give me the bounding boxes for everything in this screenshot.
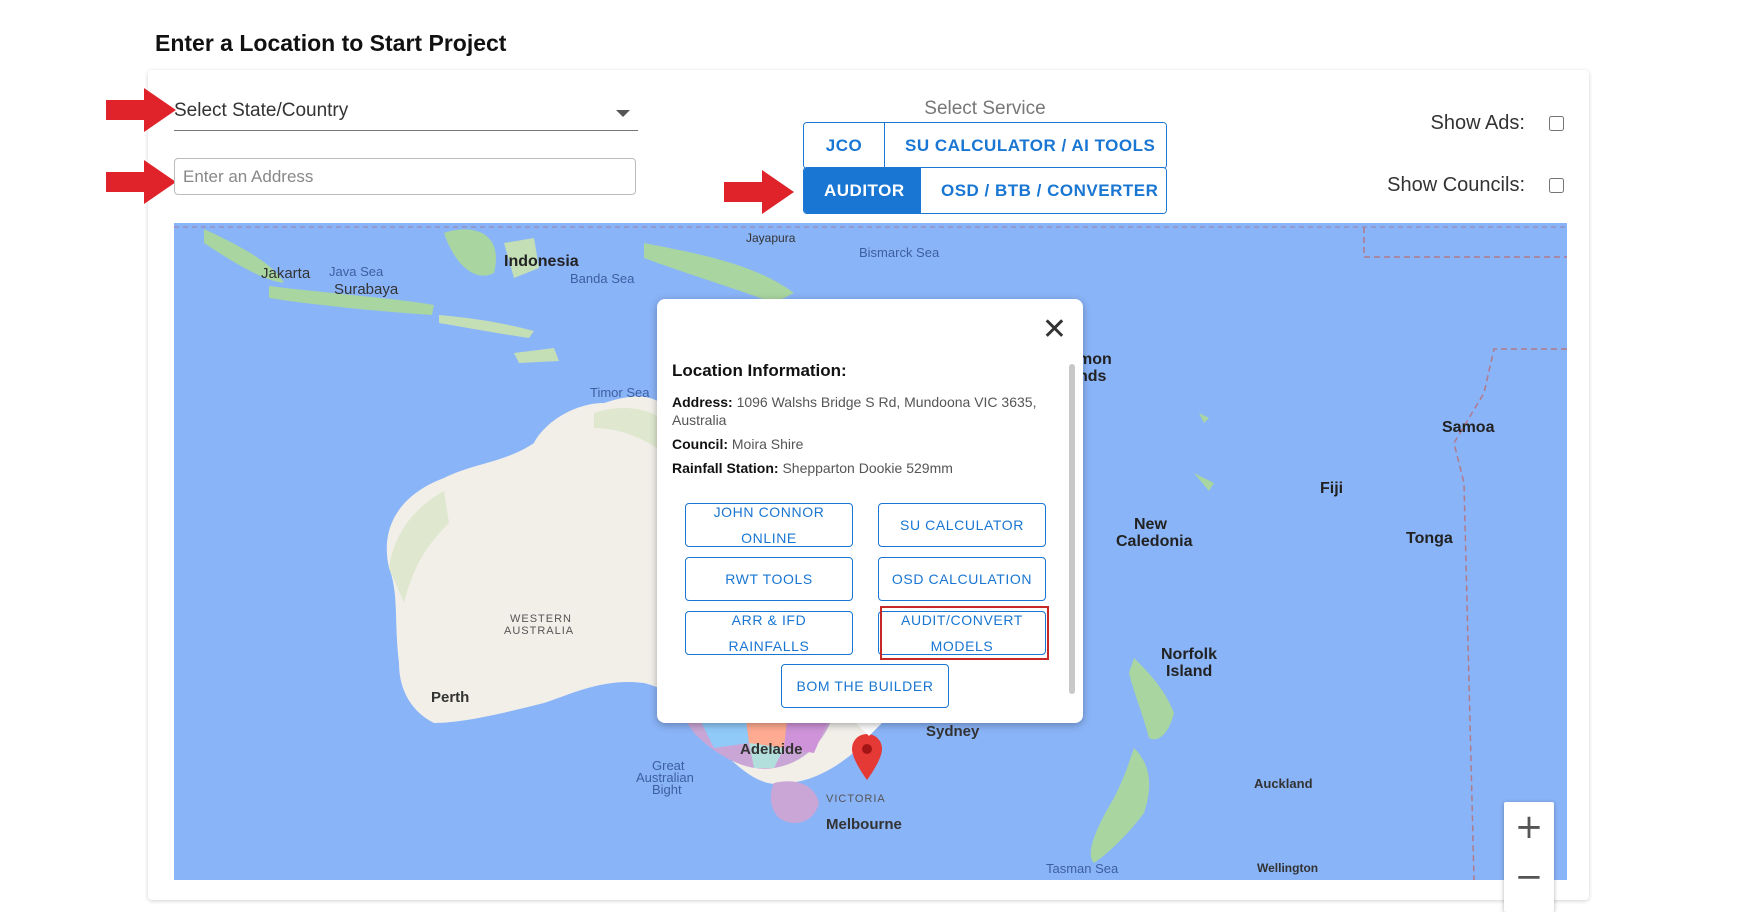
map-label-wellington: Wellington (1257, 861, 1319, 875)
chevron-down-icon (616, 110, 630, 117)
osd-calculation-button[interactable]: OSD CALCULATION (878, 557, 1046, 601)
audit-convert-highlight-box (880, 606, 1049, 660)
jco-button[interactable]: JCO (804, 123, 884, 168)
bom-the-builder-button[interactable]: BOM THE BUILDER (781, 664, 949, 708)
map-label-norfolk: Norfolk (1161, 646, 1217, 663)
map-label-timor-sea: Timor Sea (590, 385, 650, 400)
address-label: Address: (672, 394, 733, 410)
map-label-java-sea: Java Sea (329, 264, 384, 279)
john-connor-online-button[interactable]: JOHN CONNOR ONLINE (685, 503, 853, 547)
show-councils-toggle: Show Councils: (1387, 174, 1564, 197)
arrow-annotation-state (106, 88, 176, 132)
rainfall-info: Rainfall Station: Shepparton Dookie 529m… (672, 459, 1052, 477)
map-label-caledonia: Caledonia (1116, 533, 1193, 550)
location-pin-icon[interactable] (852, 734, 882, 780)
service-button-group-row1: JCO SU CALCULATOR / AI TOOLS (803, 122, 1167, 169)
su-calculator-ai-tools-button[interactable]: SU CALCULATOR / AI TOOLS (884, 123, 1166, 168)
map-label-solomon: mon (1078, 351, 1112, 368)
osd-btb-converter-button[interactable]: OSD / BTB / CONVERTER (920, 168, 1166, 213)
council-info: Council: Moira Shire (672, 435, 1052, 453)
map-label-adelaide: Adelaide (740, 741, 803, 758)
map-label-jayapura: Jayapura (746, 231, 796, 245)
show-ads-label: Show Ads: (1430, 112, 1525, 134)
map-label-banda-sea: Banda Sea (570, 271, 635, 286)
map-label-victoria: VICTORIA (826, 793, 886, 805)
map-label-bismarck-sea: Bismarck Sea (859, 245, 940, 260)
map-label-island: Island (1166, 663, 1213, 680)
state-country-select[interactable]: Select State/Country (174, 95, 638, 131)
popup-tail (855, 722, 883, 736)
arrow-annotation-address (106, 160, 176, 204)
map-label-new: New (1134, 516, 1167, 533)
zoom-out-button[interactable]: − (1504, 852, 1554, 902)
show-ads-toggle: Show Ads: (1430, 112, 1564, 135)
popup-scrollbar[interactable] (1069, 364, 1075, 694)
map-label-perth: Perth (431, 689, 470, 706)
page-title: Enter a Location to Start Project (155, 30, 507, 56)
map-label-fiji: Fiji (1320, 480, 1344, 497)
map-label-tonga: Tonga (1406, 530, 1453, 547)
map-label-australia-region: AUSTRALIA (504, 625, 575, 637)
council-label: Council: (672, 436, 728, 452)
map-label-samoa: Samoa (1442, 419, 1495, 436)
map-label-western: WESTERN (510, 613, 572, 625)
service-button-group-row2: AUDITOR OSD / BTB / CONVERTER (803, 167, 1167, 214)
arr-ifd-rainfalls-button[interactable]: ARR & IFD RAINFALLS (685, 611, 853, 655)
rainfall-label: Rainfall Station: (672, 460, 779, 476)
close-icon[interactable]: ✕ (1042, 315, 1067, 345)
map-label-melbourne: Melbourne (826, 816, 902, 833)
popup-heading: Location Information: (672, 361, 847, 380)
show-councils-label: Show Councils: (1387, 174, 1525, 196)
state-select-value: Select State/Country (174, 100, 349, 121)
zoom-in-button[interactable]: + (1504, 802, 1554, 852)
service-label: Select Service (924, 98, 1046, 119)
show-councils-checkbox[interactable] (1549, 178, 1564, 193)
council-value: Moira Shire (731, 436, 804, 452)
rainfall-value: Shepparton Dookie 529mm (782, 460, 953, 476)
map-label-indonesia: Indonesia (504, 253, 579, 270)
auditor-button[interactable]: AUDITOR (804, 168, 920, 213)
map-label-sydney: Sydney (926, 723, 980, 740)
map-label-jakarta: Jakarta (261, 265, 311, 282)
su-calculator-button[interactable]: SU CALCULATOR (878, 503, 1046, 547)
map-label-tasman-sea: Tasman Sea (1046, 861, 1119, 876)
arrow-annotation-auditor (724, 170, 794, 214)
rwt-tools-button[interactable]: RWT TOOLS (685, 557, 853, 601)
map-label-auckland: Auckland (1254, 776, 1313, 791)
address-input[interactable] (174, 158, 636, 195)
map-label-surabaya: Surabaya (334, 281, 399, 298)
address-info: Address: 1096 Walshs Bridge S Rd, Mundoo… (672, 393, 1052, 429)
zoom-control: + − (1504, 802, 1554, 912)
show-ads-checkbox[interactable] (1549, 116, 1564, 131)
map-label-bight: Bight (652, 782, 682, 797)
